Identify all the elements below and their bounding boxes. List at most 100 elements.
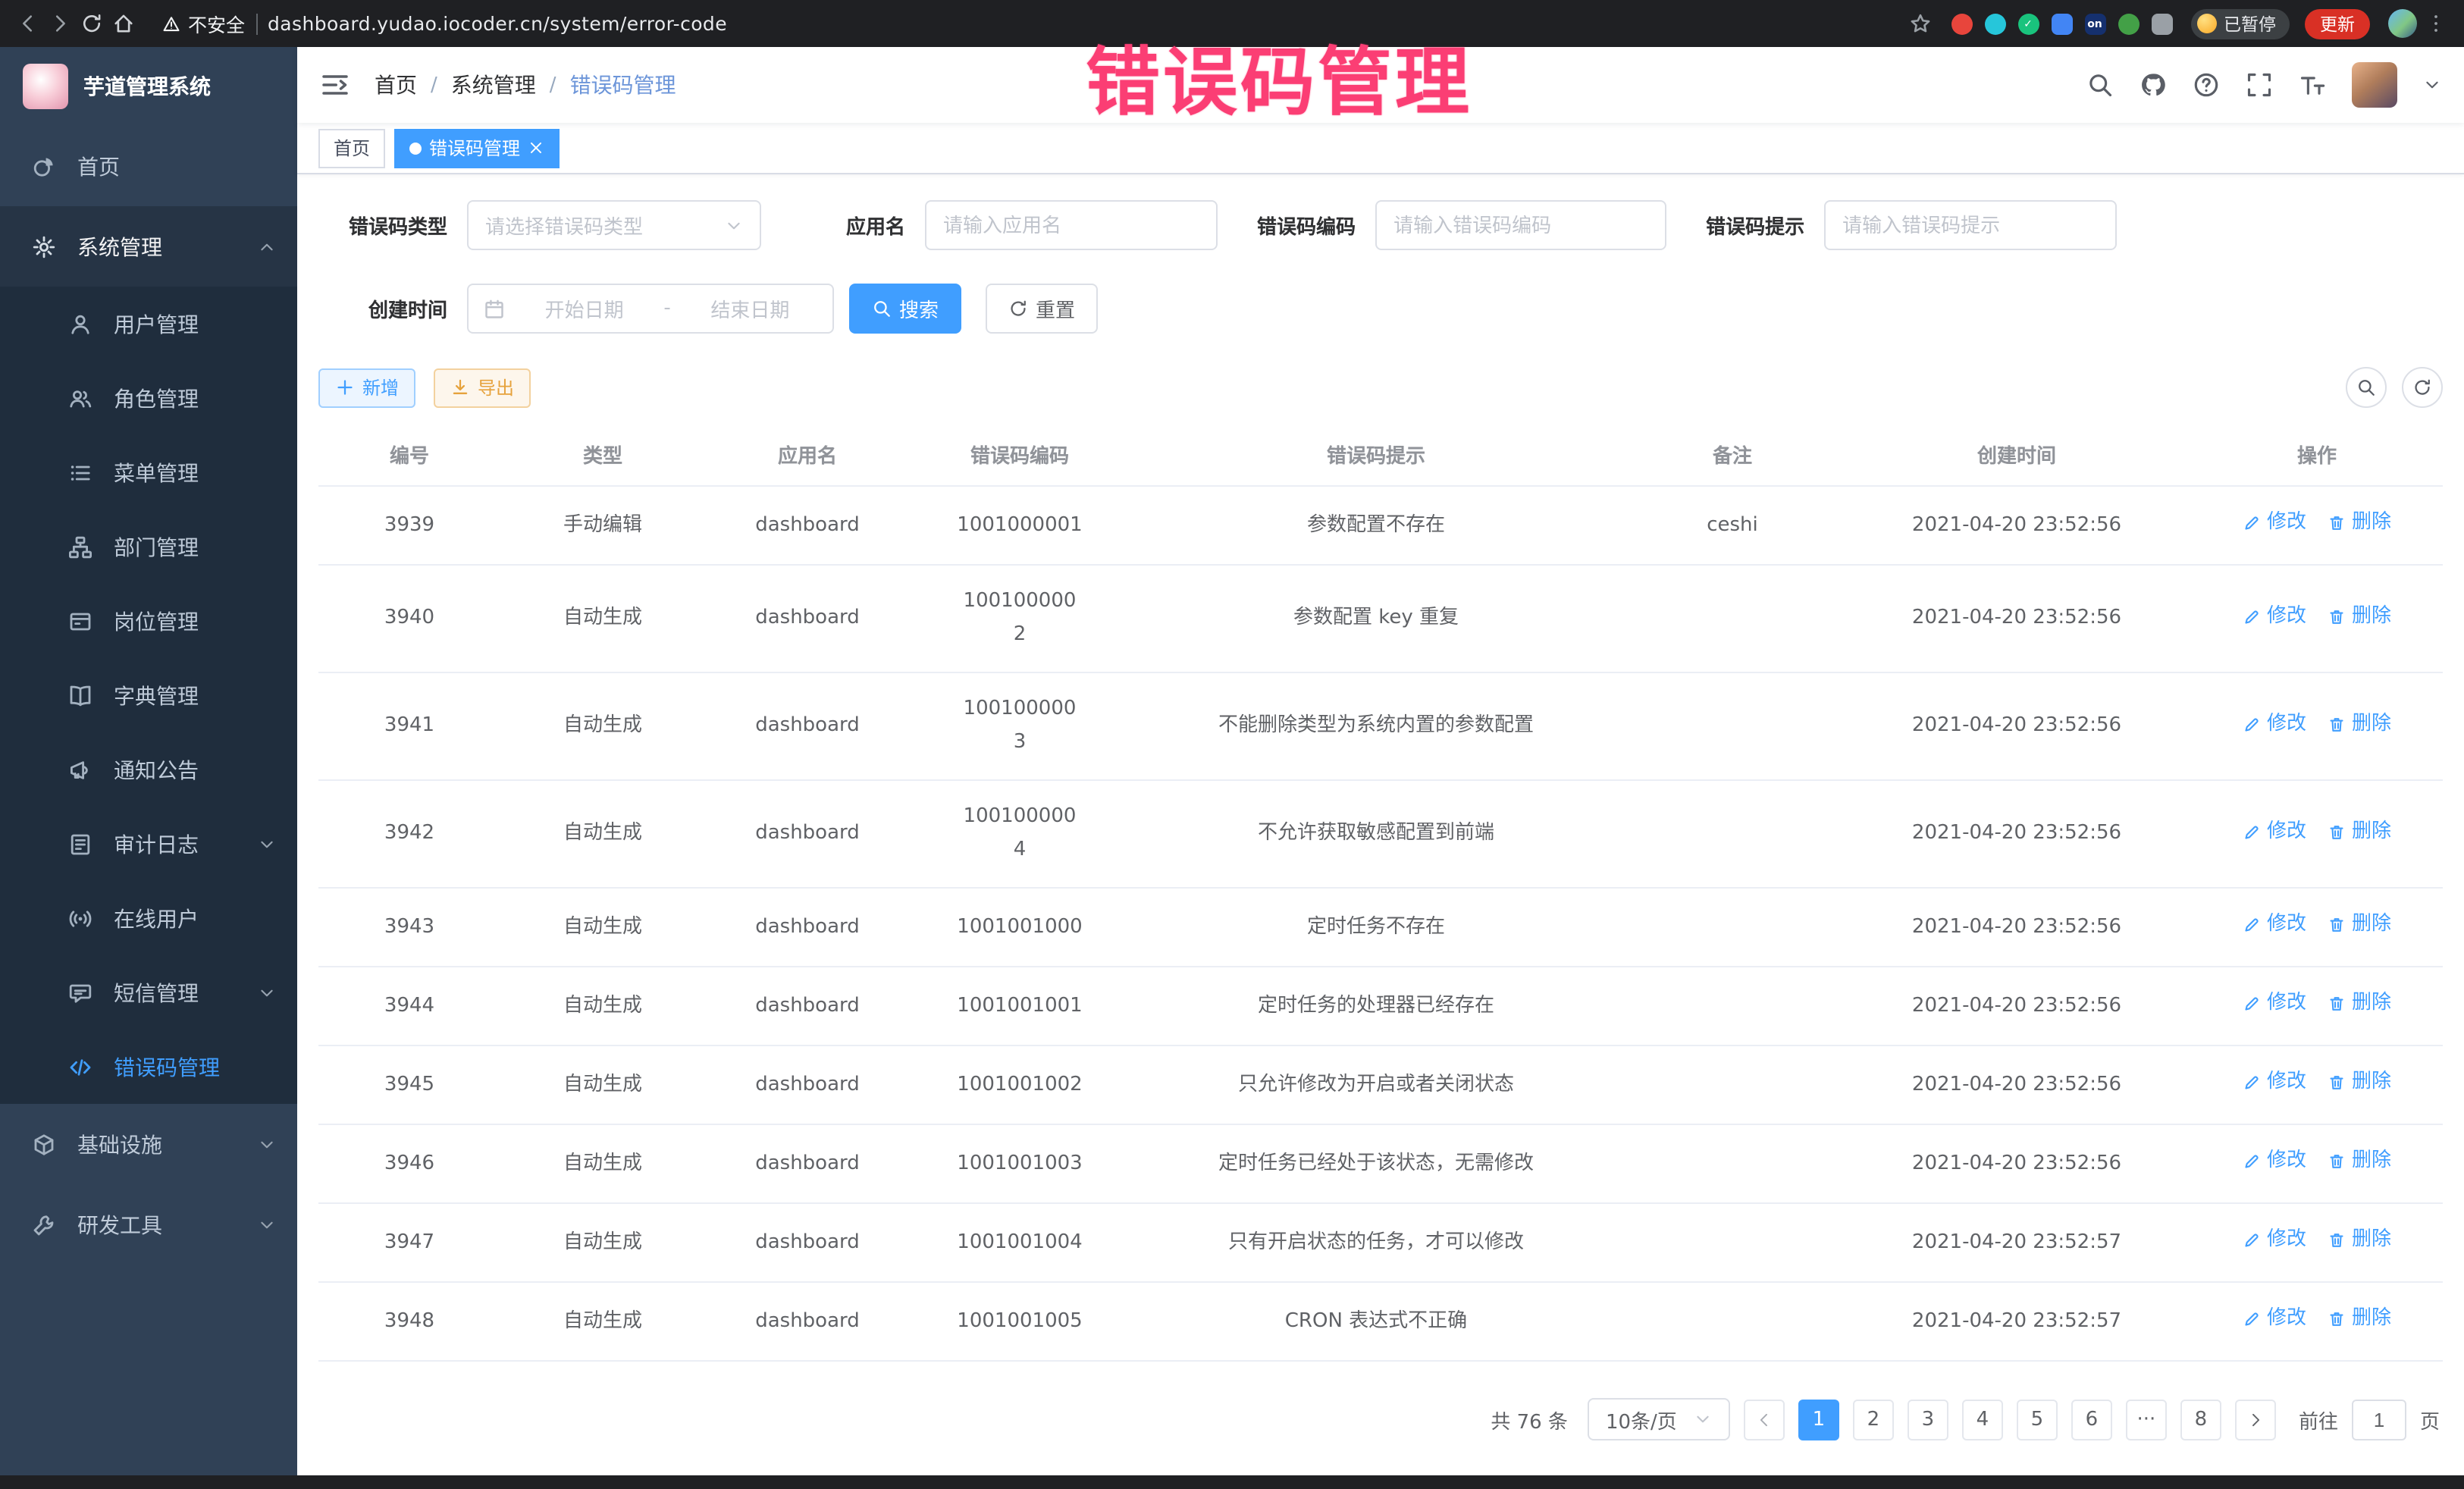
table-row: 3944自动生成dashboard1001001001定时任务的处理器已经存在2… — [318, 967, 2443, 1045]
edit-button[interactable]: 修改 — [2243, 506, 2306, 540]
toggle-search-button[interactable] — [2346, 367, 2387, 408]
delete-icon — [2328, 607, 2346, 625]
pager-page-2[interactable]: 2 — [1853, 1399, 1894, 1440]
user-avatar[interactable] — [2352, 62, 2397, 108]
address-bar[interactable]: 不安全 dashboard.yudao.iocoder.cn/system/er… — [161, 9, 727, 38]
back-icon[interactable] — [15, 11, 41, 36]
delete-button[interactable]: 删除 — [2328, 506, 2391, 540]
sidebar-item-notice[interactable]: 通知公告 — [0, 732, 297, 807]
sidebar-item-error-code-management[interactable]: 错误码管理 — [0, 1030, 297, 1104]
calendar-icon — [484, 298, 505, 319]
pager-page-4[interactable]: 4 — [1962, 1399, 2003, 1440]
sidebar-item-home[interactable]: 首页 — [0, 126, 297, 206]
delete-button[interactable]: 删除 — [2328, 987, 2391, 1020]
pager-next-button[interactable] — [2235, 1399, 2276, 1440]
sidebar-logo[interactable]: 芋道管理系统 — [0, 47, 297, 126]
search-icon[interactable] — [2086, 71, 2114, 99]
edit-button[interactable]: 修改 — [2243, 987, 2306, 1020]
paused-badge[interactable]: 已暂停 — [2190, 8, 2290, 39]
search-button[interactable]: 搜索 — [849, 284, 961, 334]
bookmark-star-icon[interactable] — [1907, 11, 1933, 36]
red-circle-extension-icon[interactable] — [1951, 13, 1972, 34]
sidebar-item-online-users[interactable]: 在线用户 — [0, 881, 297, 955]
delete-button[interactable]: 删除 — [2328, 707, 2391, 741]
pager-page-8[interactable]: 8 — [2180, 1399, 2221, 1440]
pager-page-5[interactable]: 5 — [2017, 1399, 2058, 1440]
pager-page-3[interactable]: 3 — [1908, 1399, 1948, 1440]
book-icon — [68, 683, 92, 707]
edit-button[interactable]: 修改 — [2243, 1066, 2306, 1099]
breadcrumb-system[interactable]: 系统管理 — [451, 70, 536, 100]
sidebar-item-post-management[interactable]: 岗位管理 — [0, 584, 297, 658]
error-code-input[interactable] — [1375, 200, 1666, 250]
error-type-select[interactable]: 请选择错误码类型 — [467, 200, 761, 250]
date-range-picker[interactable]: 开始日期 - 结束日期 — [467, 284, 834, 334]
sidebar-item-dev-tools[interactable]: 研发工具 — [0, 1184, 297, 1265]
sidebar-item-infrastructure[interactable]: 基础设施 — [0, 1104, 297, 1184]
edit-button[interactable]: 修改 — [2243, 908, 2306, 942]
start-date-placeholder: 开始日期 — [517, 294, 651, 323]
green-leaf-extension-icon[interactable] — [2118, 13, 2139, 34]
sidebar-item-dept-management[interactable]: 部门管理 — [0, 509, 297, 584]
delete-button[interactable]: 删除 — [2328, 815, 2391, 848]
cell-hint: 参数配置不存在 — [1130, 486, 1622, 565]
delete-button[interactable]: 删除 — [2328, 1224, 2391, 1257]
cell-id: 3941 — [318, 672, 500, 780]
delete-button[interactable]: 删除 — [2328, 1302, 2391, 1336]
goto-page-input[interactable] — [2352, 1399, 2406, 1440]
edit-button[interactable]: 修改 — [2243, 1302, 2306, 1336]
breadcrumb-home[interactable]: 首页 — [375, 70, 417, 100]
pager-page-6[interactable]: 6 — [2071, 1399, 2112, 1440]
delete-button[interactable]: 删除 — [2328, 908, 2391, 942]
tag-home[interactable]: 首页 — [318, 128, 385, 168]
export-button[interactable]: 导出 — [434, 368, 531, 407]
sidebar-item-sms-management[interactable]: 短信管理 — [0, 955, 297, 1030]
error-hint-input[interactable] — [1824, 200, 2117, 250]
blue-grid-extension-icon[interactable] — [2051, 13, 2072, 34]
edit-button[interactable]: 修改 — [2243, 1224, 2306, 1257]
github-icon[interactable] — [2140, 71, 2167, 99]
app-name-input[interactable] — [925, 200, 1218, 250]
sidebar-item-menu-management[interactable]: 菜单管理 — [0, 435, 297, 509]
browser-profile-avatar[interactable] — [2388, 9, 2417, 38]
fullscreen-icon[interactable] — [2246, 71, 2273, 99]
sidebar-item-role-management[interactable]: 角色管理 — [0, 361, 297, 435]
browser-update-button[interactable]: 更新 — [2305, 8, 2370, 39]
sidebar-item-dict-management[interactable]: 字典管理 — [0, 658, 297, 732]
refresh-table-button[interactable] — [2402, 367, 2443, 408]
reset-button[interactable]: 重置 — [986, 284, 1098, 334]
pager-prev-button[interactable] — [1744, 1399, 1785, 1440]
green-check-extension-icon[interactable]: ✓ — [2017, 13, 2039, 34]
edit-icon — [2243, 1310, 2261, 1328]
delete-button[interactable]: 删除 — [2328, 1145, 2391, 1178]
tag-error-code[interactable]: 错误码管理 — [394, 128, 560, 168]
tree-icon — [68, 534, 92, 559]
home-icon[interactable] — [111, 11, 136, 36]
cell-time: 2021-04-20 23:52:56 — [1842, 967, 2191, 1045]
font-size-icon[interactable] — [2299, 71, 2326, 99]
edit-button[interactable]: 修改 — [2243, 707, 2306, 741]
hamburger-icon[interactable] — [320, 70, 350, 100]
on-badge-extension-icon[interactable]: on — [2084, 13, 2105, 34]
sidebar-item-user-management[interactable]: 用户管理 — [0, 287, 297, 361]
edit-button[interactable]: 修改 — [2243, 815, 2306, 848]
reload-icon[interactable] — [79, 11, 105, 36]
pager-ellipsis[interactable]: ··· — [2126, 1399, 2167, 1440]
edit-button[interactable]: 修改 — [2243, 1145, 2306, 1178]
forward-icon[interactable] — [47, 11, 73, 36]
browser-menu-icon[interactable] — [2423, 11, 2449, 36]
close-icon[interactable] — [528, 139, 544, 156]
add-button[interactable]: 新增 — [318, 368, 415, 407]
delete-button[interactable]: 删除 — [2328, 600, 2391, 633]
edit-button[interactable]: 修改 — [2243, 600, 2306, 633]
security-chip[interactable]: 不安全 — [161, 9, 245, 38]
help-icon[interactable] — [2193, 71, 2220, 99]
sidebar-item-system-management[interactable]: 系统管理 — [0, 206, 297, 287]
teal-drop-extension-icon[interactable] — [1984, 13, 2005, 34]
page-size-select[interactable]: 10条/页 — [1588, 1398, 1730, 1440]
puzzle-extension-icon[interactable] — [2151, 13, 2172, 34]
delete-button[interactable]: 删除 — [2328, 1066, 2391, 1099]
avatar-caret-icon[interactable] — [2423, 76, 2441, 94]
pager-page-1[interactable]: 1 — [1798, 1399, 1839, 1440]
sidebar-item-audit-log[interactable]: 审计日志 — [0, 807, 297, 881]
